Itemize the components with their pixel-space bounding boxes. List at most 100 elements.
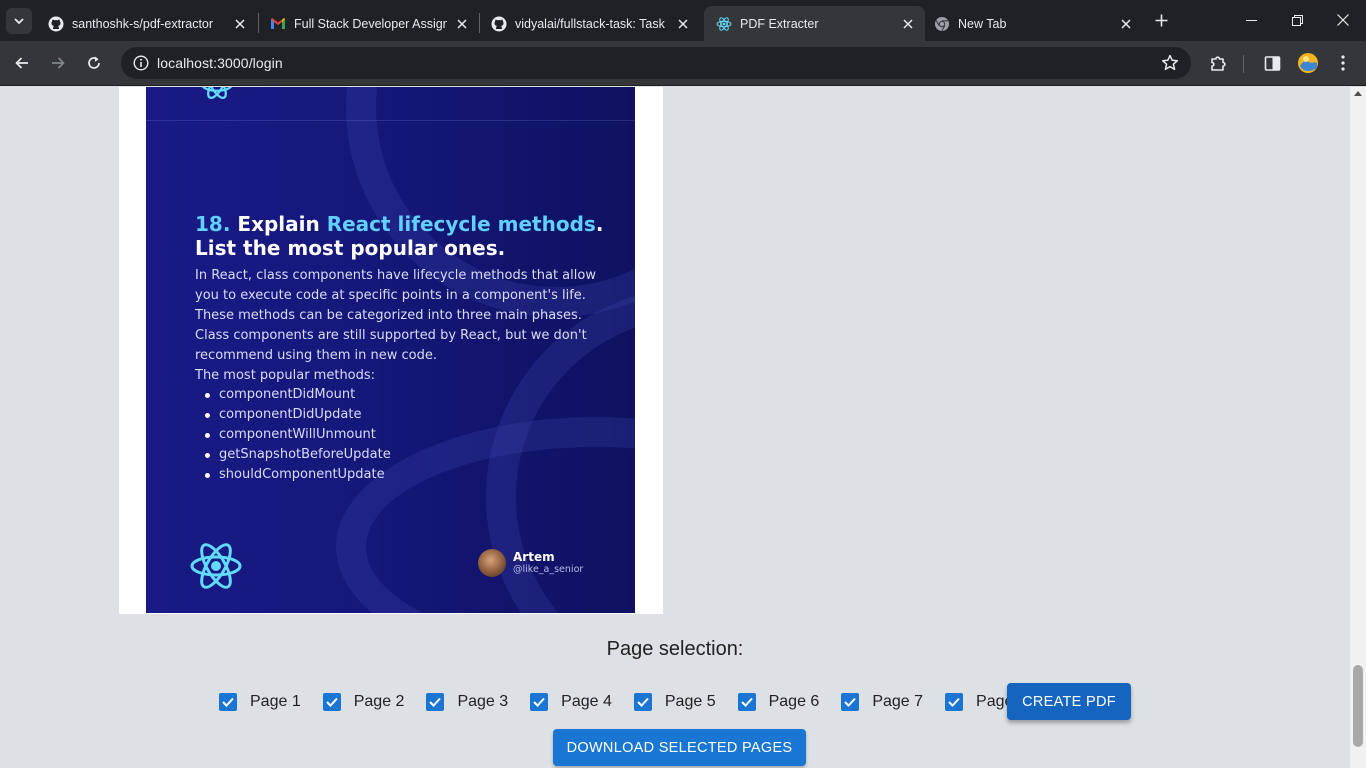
github-icon: [48, 16, 64, 32]
list-item: getSnapshotBeforeUpdate: [195, 445, 391, 465]
heading-text: Explain: [237, 212, 327, 236]
checkbox-checked-icon[interactable]: [426, 693, 445, 711]
tab-gmail[interactable]: Full Stack Developer Assignm: [258, 6, 479, 41]
checkbox-label: Page 5: [664, 693, 716, 710]
react-icon: [716, 16, 732, 32]
page-checkbox-6[interactable]: Page 6: [737, 693, 820, 711]
plus-icon: [1155, 14, 1167, 26]
pdf-page-preview: 18. Explain React lifecycle methods. Lis…: [119, 87, 663, 614]
download-selected-pages-button[interactable]: DOWNLOAD SELECTED PAGES: [553, 729, 806, 766]
page-checkbox-1[interactable]: Page 1: [219, 693, 301, 711]
checkbox-checked-icon[interactable]: [530, 693, 549, 711]
close-tab-icon[interactable]: [453, 15, 471, 33]
page-checkbox-2[interactable]: Page 2: [322, 693, 405, 711]
browser-toolbar: localhost:3000/login: [0, 41, 1366, 86]
puzzle-icon: [1210, 55, 1226, 71]
heading-line-2: List the most popular ones.: [195, 236, 506, 260]
author-badge: Artem @like_a_senior: [478, 549, 583, 577]
body-line: The most popular methods:: [195, 368, 376, 383]
new-tab-button[interactable]: [1150, 9, 1172, 31]
tab-strip: santhoshk-s/pdf-extractor Full Stack Dev…: [0, 0, 1366, 41]
scroll-up-arrow-icon[interactable]: [1354, 91, 1362, 96]
tab-title: PDF Extracter: [740, 16, 819, 31]
close-window-button[interactable]: [1320, 0, 1366, 40]
arrow-left-icon: [15, 57, 28, 69]
checkbox-checked-icon[interactable]: [633, 693, 652, 711]
methods-list: componentDidMount componentDidUpdate com…: [195, 385, 391, 485]
checkbox-checked-icon[interactable]: [322, 693, 341, 711]
create-pdf-button[interactable]: CREATE PDF: [1007, 683, 1131, 720]
tab-title: santhoshk-s/pdf-extractor: [72, 16, 214, 31]
tab-title: Full Stack Developer Assignm: [294, 16, 447, 31]
minimize-button[interactable]: [1228, 0, 1274, 40]
close-tab-icon[interactable]: [899, 15, 917, 33]
url-text: localhost:3000/login: [157, 55, 283, 71]
close-icon: [1337, 14, 1349, 26]
github-icon: [491, 16, 507, 32]
tab-pdf-extracter[interactable]: PDF Extracter: [704, 6, 925, 41]
chevron-down-icon: [14, 18, 24, 25]
question-body: In React, class components have lifecycl…: [195, 266, 615, 386]
address-bar[interactable]: localhost:3000/login: [121, 47, 1191, 79]
body-line: Class components are still supported by …: [195, 328, 587, 343]
question-number: 18.: [195, 212, 231, 236]
tab-title: vidyalai/fullstack-task: Task f: [515, 16, 668, 31]
reload-button[interactable]: [80, 49, 108, 77]
list-item: shouldComponentUpdate: [195, 465, 391, 485]
extensions-button[interactable]: [1208, 53, 1228, 73]
checkbox-label: Page 6: [768, 693, 820, 710]
close-tab-icon[interactable]: [1117, 15, 1135, 33]
page-checkbox-group: Page 1 Page 2 Page 3 Page 4 Page 5 Page …: [219, 683, 1049, 721]
tab-pdf-extractor-repo[interactable]: santhoshk-s/pdf-extractor: [36, 6, 257, 41]
avatar: [478, 549, 506, 577]
checkbox-checked-icon[interactable]: [841, 693, 860, 711]
page-checkbox-7[interactable]: Page 7: [841, 693, 923, 711]
page-checkbox-3[interactable]: Page 3: [426, 693, 508, 711]
pdf-page-image: 18. Explain React lifecycle methods. Lis…: [146, 87, 635, 613]
page-checkbox-5[interactable]: Page 5: [633, 693, 716, 711]
checkbox-label: Page 3: [457, 693, 509, 710]
checkbox-checked-icon[interactable]: [219, 693, 237, 711]
back-button[interactable]: [8, 49, 36, 77]
menu-button[interactable]: [1333, 53, 1353, 73]
body-line: In React, class components have lifecycl…: [195, 268, 596, 283]
page-checkbox-4[interactable]: Page 4: [530, 693, 612, 711]
side-panel-button[interactable]: [1262, 53, 1282, 73]
minimize-icon: [1245, 19, 1257, 21]
tab-search-button[interactable]: [6, 8, 32, 34]
list-item: componentDidMount: [195, 385, 391, 405]
list-item: componentWillUnmount: [195, 425, 391, 445]
close-tab-icon[interactable]: [231, 15, 249, 33]
close-tab-icon[interactable]: [674, 15, 692, 33]
restore-button[interactable]: [1274, 0, 1320, 40]
page-selection-title: Page selection:: [606, 638, 744, 660]
question-heading: 18. Explain React lifecycle methods. Lis…: [195, 212, 615, 260]
gmail-icon: [270, 16, 286, 32]
page-scrollbar[interactable]: [1350, 87, 1366, 768]
body-line: you to execute code at specific points i…: [195, 288, 586, 303]
tab-fullstack-task-repo[interactable]: vidyalai/fullstack-task: Task f: [479, 6, 700, 41]
restore-icon: [1291, 14, 1303, 26]
forward-button[interactable]: [44, 49, 72, 77]
tab-new-tab[interactable]: New Tab: [922, 6, 1143, 41]
list-item: componentDidUpdate: [195, 405, 391, 425]
profile-icon: [1298, 53, 1318, 73]
react-logo-icon: [190, 543, 242, 589]
bookmark-star-icon[interactable]: [1161, 54, 1179, 72]
checkbox-checked-icon[interactable]: [945, 693, 964, 711]
checkbox-label: Page 1: [250, 693, 301, 710]
arrow-right-icon: [52, 57, 65, 69]
tab-title: New Tab: [958, 16, 1007, 31]
checkbox-checked-icon[interactable]: [737, 693, 756, 711]
chrome-icon: [934, 16, 950, 32]
body-line: recommend using them in new code.: [195, 348, 437, 363]
kebab-menu-icon: [1341, 55, 1345, 71]
reload-icon: [88, 56, 100, 69]
info-icon[interactable]: [133, 55, 149, 71]
scrollbar-thumb[interactable]: [1353, 665, 1363, 747]
page-viewport: 18. Explain React lifecycle methods. Lis…: [0, 87, 1350, 768]
profile-avatar[interactable]: [1297, 52, 1319, 74]
checkbox-label: Page 2: [353, 693, 405, 710]
heading-highlight: React lifecycle methods: [326, 212, 596, 236]
toolbar-divider: [1243, 55, 1244, 73]
